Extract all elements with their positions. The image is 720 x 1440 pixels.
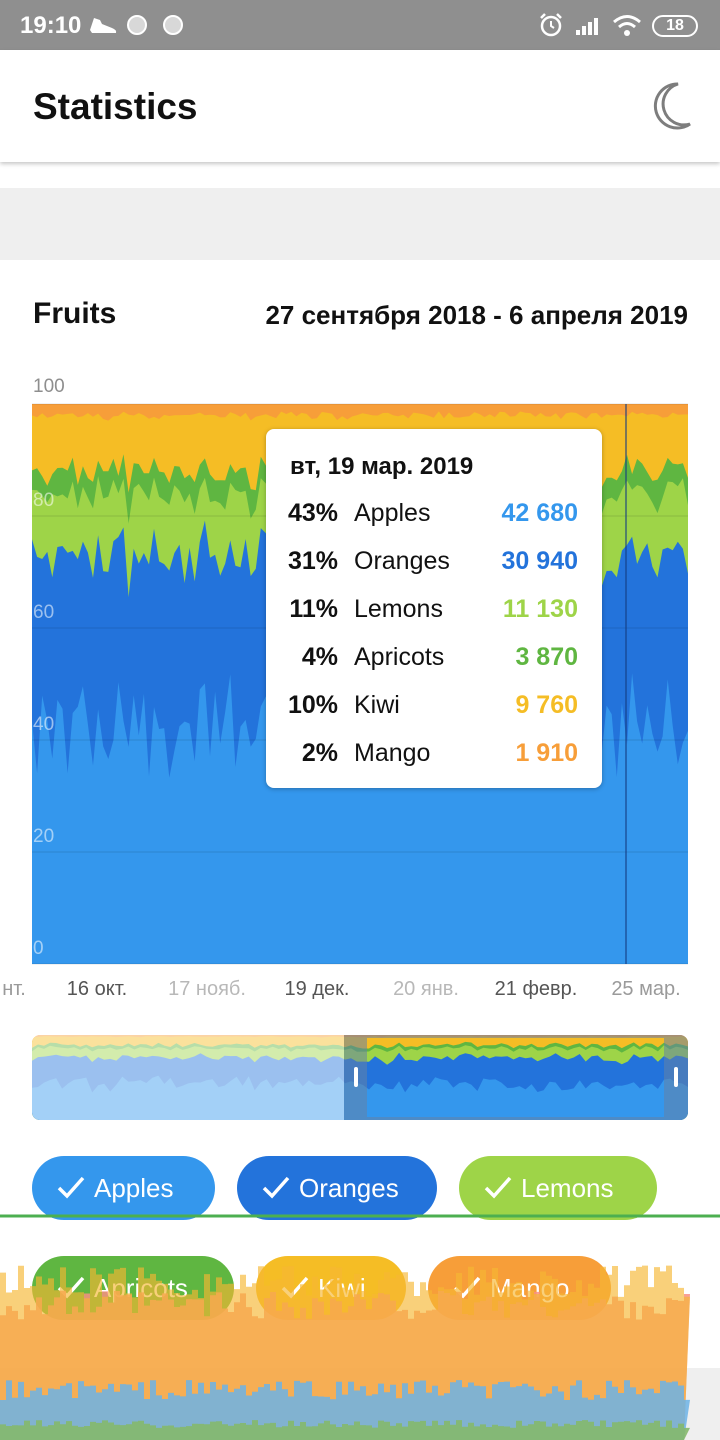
app-bar: Statistics (0, 50, 720, 162)
tooltip-percent: 31% (287, 547, 338, 575)
filter-chip-lemons[interactable]: Lemons (459, 1156, 657, 1220)
tooltip-value: 1 910 (515, 739, 578, 767)
x-tick-label: нт. (2, 978, 26, 1000)
overlapping-chart-artifact (0, 1214, 720, 1440)
range-navigator[interactable] (32, 1035, 688, 1120)
page-title: Statistics (33, 86, 198, 127)
chip-label: Oranges (299, 1173, 399, 1203)
night-mode-toggle-icon[interactable] (648, 80, 696, 132)
y-tick-label: 80 (33, 490, 54, 511)
tooltip-value: 9 760 (515, 691, 578, 719)
tooltip-percent: 2% (301, 739, 338, 767)
x-tick-label: 20 янв. (393, 978, 459, 1000)
chart-tooltip[interactable]: вт, 19 мар. 2019 43% Apples 42 680 31% O… (266, 429, 602, 788)
navigator-dimmed-range (32, 1035, 344, 1120)
y-tick-label: 100 (33, 376, 65, 397)
tooltip-value: 30 940 (501, 547, 578, 575)
tooltip-row: 31% Oranges 30 940 (266, 547, 602, 587)
signal-icon (576, 18, 598, 35)
filter-chip-oranges[interactable]: Oranges (237, 1156, 437, 1220)
tooltip-series-name: Oranges (354, 547, 450, 575)
notification-dot-icon (127, 15, 147, 35)
checkmark-icon (484, 1176, 512, 1199)
tooltip-row: 43% Apples 42 680 (266, 499, 602, 539)
tooltip-percent: 43% (287, 499, 338, 527)
tooltip-value: 3 870 (515, 643, 578, 671)
status-bar: 19:10 18 (0, 0, 720, 50)
y-tick-label: 20 (33, 826, 54, 847)
tooltip-series-name: Apricots (354, 643, 445, 671)
tooltip-date: вт, 19 мар. 2019 (290, 453, 474, 480)
tooltip-row: 10% Kiwi 9 760 (266, 691, 602, 731)
checkmark-icon (57, 1176, 85, 1199)
tooltip-row: 11% Lemons 11 130 (266, 595, 602, 635)
y-tick-label: 40 (33, 714, 54, 735)
navigator-preview[interactable] (32, 1035, 688, 1120)
tooltip-series-name: Apples (354, 499, 431, 527)
x-tick-label: 21 февр. (495, 978, 578, 1000)
wifi-icon (613, 15, 641, 36)
tooltip-row: 4% Apricots 3 870 (266, 643, 602, 683)
section-divider (0, 188, 720, 260)
x-tick-label: 17 нояб. (168, 978, 246, 1000)
chart-title: Fruits (33, 297, 117, 330)
tooltip-value: 42 680 (501, 499, 578, 527)
tooltip-series-name: Lemons (354, 595, 443, 623)
chip-label: Apples (94, 1173, 174, 1203)
artifact-canvas (0, 1214, 720, 1440)
filter-chip-apples[interactable]: Apples (32, 1156, 215, 1220)
x-tick-label: 16 окт. (67, 978, 127, 1000)
shoe-icon (90, 18, 117, 33)
tooltip-series-name: Mango (354, 739, 431, 767)
tooltip-percent: 10% (287, 691, 338, 719)
notification-dot-icon (163, 15, 183, 35)
tooltip-row: 2% Mango 1 910 (266, 739, 602, 779)
x-tick-label: 19 дек. (285, 978, 350, 1000)
tooltip-percent: 4% (301, 643, 338, 671)
tooltip-percent: 11% (289, 595, 338, 623)
navigator-left-handle[interactable] (354, 1067, 358, 1087)
checkmark-icon (262, 1176, 290, 1199)
y-tick-label: 60 (33, 602, 54, 623)
chart-date-range: 27 сентября 2018 - 6 апреля 2019 (265, 300, 688, 330)
alarm-icon (540, 13, 562, 37)
status-time: 19:10 (20, 12, 82, 39)
tooltip-value: 11 130 (502, 595, 578, 623)
navigator-right-handle[interactable] (674, 1067, 678, 1087)
chip-label: Lemons (521, 1173, 614, 1203)
tooltip-series-name: Kiwi (354, 691, 400, 719)
x-tick-label: 25 мар. (611, 978, 680, 1000)
battery-icon: 18 (652, 15, 698, 37)
y-tick-label: 0 (33, 938, 44, 959)
